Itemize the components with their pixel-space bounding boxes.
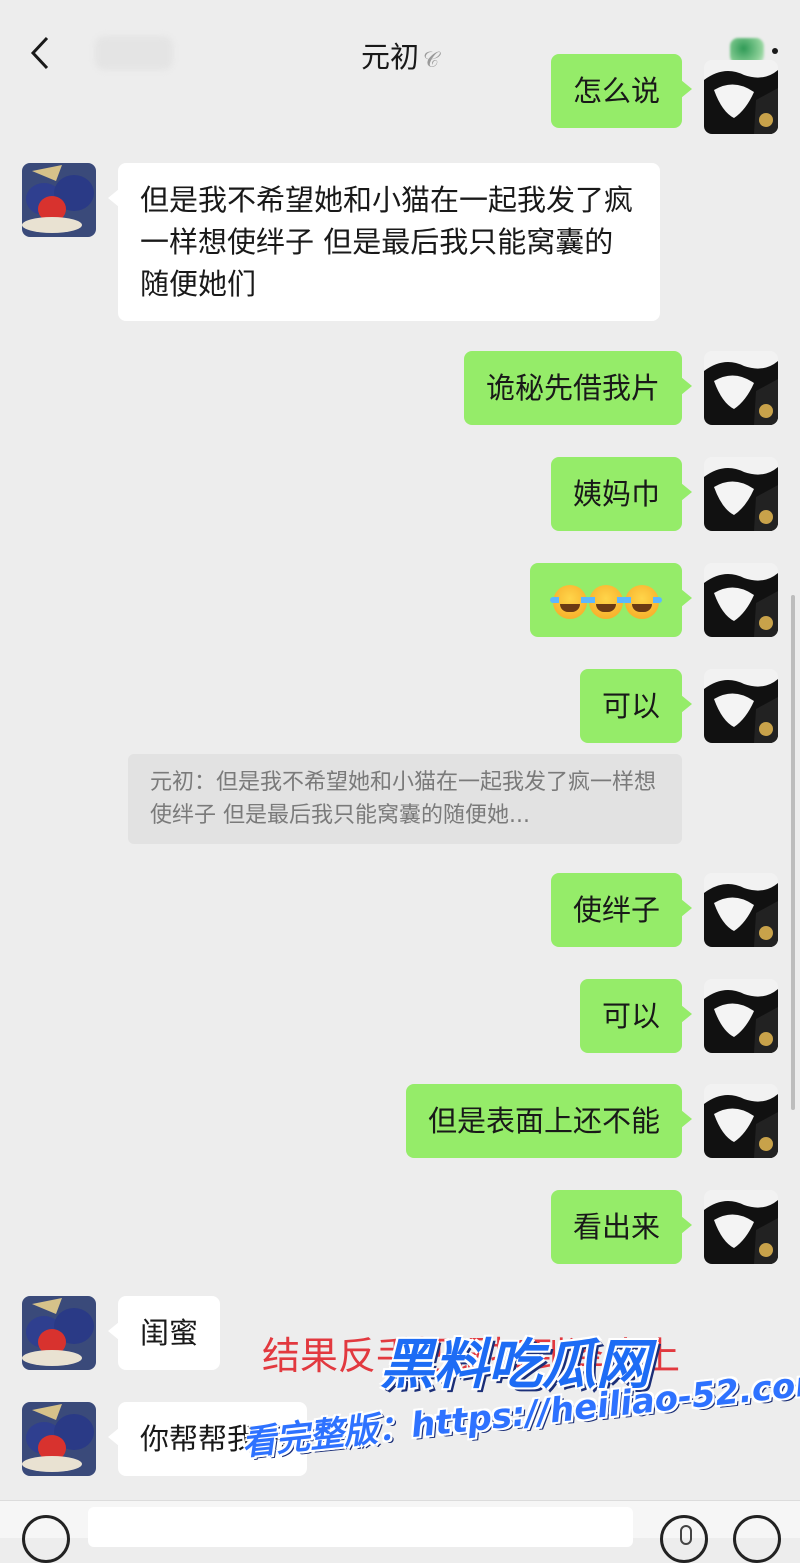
manga-portrait-avatar <box>704 669 778 743</box>
chat-area[interactable]: 怎么说 但是我不希望她和小猫在一起我发了疯一样想使绊子 但是最后我只能窝囊的随便… <box>0 54 800 1500</box>
emoji-message-bubble[interactable] <box>530 563 692 637</box>
message-bubble[interactable]: 使绊子 <box>550 873 693 947</box>
message-bubble[interactable]: 闺蜜 <box>107 1296 221 1370</box>
avatar-me[interactable] <box>704 351 778 425</box>
avatar-them[interactable] <box>22 1402 96 1476</box>
avatar-me[interactable] <box>704 669 778 743</box>
tears-of-joy-emoji-icon <box>550 585 590 619</box>
tears-of-joy-emoji-icon <box>622 585 662 619</box>
emoji-picker-icon[interactable] <box>660 1515 708 1563</box>
quoted-message[interactable]: 元初：但是我不希望她和小猫在一起我发了疯一样想使绊子 但是最后我只能窝囊的随便她… <box>128 754 682 844</box>
avatar-me[interactable] <box>704 979 778 1053</box>
manga-portrait-avatar <box>704 457 778 531</box>
message-bubble[interactable]: 看出来 <box>550 1190 693 1264</box>
avatar-me[interactable] <box>704 1190 778 1264</box>
avatar-them[interactable] <box>22 163 96 237</box>
manga-portrait-avatar <box>704 563 778 637</box>
manga-portrait-avatar <box>704 873 778 947</box>
avatar-me[interactable] <box>704 457 778 531</box>
plush-toys-avatar <box>22 1296 96 1370</box>
message-input[interactable] <box>88 1507 692 1547</box>
plush-toys-avatar <box>22 163 96 237</box>
avatar-me[interactable] <box>704 873 778 947</box>
message-bubble[interactable]: 姨妈巾 <box>550 457 693 531</box>
tears-of-joy-emoji-icon <box>586 585 626 619</box>
avatar-them[interactable] <box>22 1296 96 1370</box>
avatar-me[interactable] <box>704 563 778 637</box>
manga-portrait-avatar <box>704 979 778 1053</box>
input-bar <box>0 1500 800 1563</box>
plush-toys-avatar <box>22 1402 96 1476</box>
message-bubble[interactable]: 可以 <box>579 669 693 743</box>
more-dots-icon <box>772 48 778 54</box>
message-bubble[interactable]: 可以 <box>579 979 693 1053</box>
avatar-me[interactable] <box>704 1084 778 1158</box>
manga-portrait-avatar <box>704 1084 778 1158</box>
manga-portrait-avatar <box>704 60 778 134</box>
avatar-me[interactable] <box>704 60 778 134</box>
message-bubble[interactable]: 但是我不希望她和小猫在一起我发了疯一样想使绊子 但是最后我只能窝囊的随便她们 <box>108 163 660 321</box>
manga-portrait-avatar <box>704 1190 778 1264</box>
more-plus-icon[interactable] <box>733 1515 781 1563</box>
message-bubble[interactable]: 但是表面上还不能 <box>405 1084 693 1158</box>
manga-portrait-avatar <box>704 351 778 425</box>
voice-icon[interactable] <box>22 1515 70 1563</box>
message-bubble[interactable]: 怎么说 <box>550 54 693 128</box>
chat-scrollbar[interactable] <box>791 595 795 1110</box>
message-bubble[interactable]: 诡秘先借我片 <box>463 351 693 425</box>
